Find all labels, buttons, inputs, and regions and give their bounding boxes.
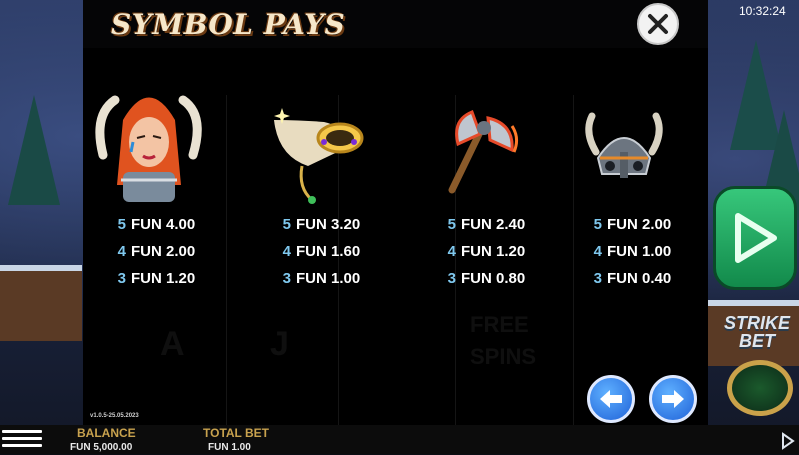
- play-icon: [735, 213, 777, 263]
- symbol-count: 5: [447, 216, 456, 233]
- version-label: v1.0.5-25.05.2023: [90, 413, 139, 419]
- strike-bet-button[interactable]: [727, 360, 793, 416]
- symbol-count: 4: [117, 243, 126, 260]
- pay-row: 4 FUN 2.00: [114, 243, 234, 270]
- pay-list: 5 FUN 3.20 4 FUN 1.60 3 FUN 1.00: [279, 216, 399, 297]
- symbol-count: 4: [447, 243, 456, 260]
- pine-tree: [8, 95, 60, 205]
- pay-row: 5 FUN 3.20: [279, 216, 399, 243]
- pay-amount: FUN 2.00: [131, 243, 196, 260]
- pay-list: 5 FUN 2.40 4 FUN 1.20 3 FUN 0.80: [444, 216, 564, 297]
- pay-amount: FUN 1.20: [131, 270, 196, 287]
- cabin: [0, 265, 82, 341]
- close-icon: [648, 14, 668, 34]
- pay-amount: FUN 1.20: [461, 243, 526, 260]
- symbol-count: 3: [447, 270, 456, 287]
- pay-amount: FUN 3.20: [296, 216, 361, 233]
- pay-amount: FUN 1.00: [296, 270, 361, 287]
- pay-row: 5 FUN 4.00: [114, 216, 234, 243]
- symbol-count: 5: [282, 216, 291, 233]
- strike-bet-label[interactable]: STRIKE BET: [720, 314, 794, 350]
- total-bet-value: FUN 1.00: [208, 442, 251, 453]
- arrow-right-icon: [662, 390, 684, 408]
- reel-divider: [573, 95, 574, 425]
- pay-row: 3 FUN 0.80: [444, 270, 564, 297]
- symbol-count: 4: [282, 243, 291, 260]
- page-title: SYMBOL PAYS: [111, 8, 346, 41]
- balance-value: FUN 5,000.00: [70, 442, 133, 453]
- pay-list: 5 FUN 4.00 4 FUN 2.00 3 FUN 1.20: [114, 216, 234, 297]
- background-symbol: SPINS: [470, 344, 537, 369]
- warrior-woman-icon: [93, 80, 205, 210]
- viking-helmet-icon: [582, 112, 666, 188]
- play-icon[interactable]: [781, 432, 795, 455]
- pay-row: 4 FUN 1.20: [444, 243, 564, 270]
- pay-row: 4 FUN 1.00: [590, 243, 710, 270]
- pay-amount: FUN 0.80: [461, 270, 526, 287]
- pay-amount: FUN 1.00: [607, 243, 672, 260]
- next-page-button[interactable]: [649, 375, 697, 423]
- pay-row: 3 FUN 1.20: [114, 270, 234, 297]
- symbol-count: 3: [117, 270, 126, 287]
- clock: 10:32:24: [739, 4, 786, 18]
- pay-amount: FUN 2.40: [461, 216, 526, 233]
- close-button[interactable]: [637, 3, 679, 45]
- battle-axe-icon: [442, 104, 522, 196]
- total-bet-label: TOTAL BET: [203, 426, 269, 440]
- symbol-count: 3: [282, 270, 291, 287]
- symbol-count: 5: [593, 216, 602, 233]
- pay-row: 3 FUN 1.00: [279, 270, 399, 297]
- pay-row: 5 FUN 2.00: [590, 216, 710, 243]
- hamburger-menu-icon[interactable]: [2, 428, 42, 450]
- arrow-left-icon: [600, 390, 622, 408]
- pay-amount: FUN 2.00: [607, 216, 672, 233]
- pay-row: 3 FUN 0.40: [590, 270, 710, 297]
- background-symbol: FREE: [470, 312, 529, 337]
- previous-page-button[interactable]: [587, 375, 635, 423]
- spin-button[interactable]: [713, 186, 797, 290]
- symbol-count: 4: [593, 243, 602, 260]
- pay-amount: FUN 4.00: [131, 216, 196, 233]
- symbol-count: 3: [593, 270, 602, 287]
- symbol-count: 5: [117, 216, 126, 233]
- background-symbol: A: [160, 325, 185, 363]
- pay-list: 5 FUN 2.00 4 FUN 1.00 3 FUN 0.40: [590, 216, 710, 297]
- background-symbol: J: [270, 325, 289, 363]
- balance-label: BALANCE: [77, 426, 136, 440]
- pay-row: 5 FUN 2.40: [444, 216, 564, 243]
- drinking-horn-icon: [268, 108, 370, 206]
- pay-amount: FUN 0.40: [607, 270, 672, 287]
- pay-row: 4 FUN 1.60: [279, 243, 399, 270]
- pay-amount: FUN 1.60: [296, 243, 361, 260]
